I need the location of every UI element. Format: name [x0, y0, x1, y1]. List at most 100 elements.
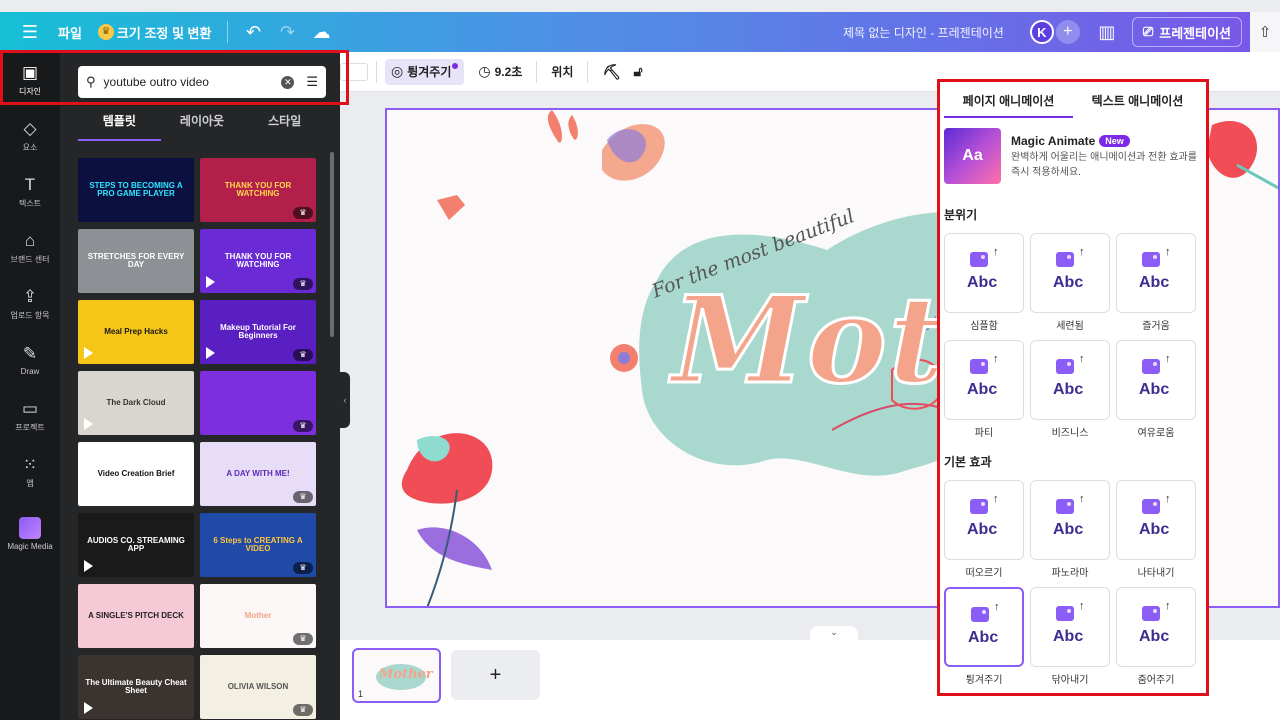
analytics-icon[interactable]: ▥: [1090, 16, 1124, 48]
animation-option[interactable]: ↑ Abc 파티: [944, 340, 1024, 439]
magic-animate-card[interactable]: Aa Magic Animate New 완벽하게 어울리는 애니메이션과 전환…: [944, 128, 1202, 202]
abc-preview-text: Abc: [1053, 521, 1084, 538]
duration-button[interactable]: ◷ 9.2초: [472, 59, 528, 85]
search-value[interactable]: youtube outro video: [104, 75, 282, 89]
add-collaborator-button[interactable]: +: [1055, 20, 1080, 44]
animation-preview[interactable]: ↑ Abc: [944, 233, 1024, 313]
resize-button[interactable]: ♛ 크기 조정 및 변환: [90, 16, 220, 48]
animation-option[interactable]: ↑ Abc 세련됨: [1030, 233, 1110, 332]
animation-option[interactable]: ↑ Abc 즐거움: [1116, 233, 1196, 332]
animation-preview[interactable]: ↑ Abc: [944, 587, 1024, 667]
animation-preview[interactable]: ↑ Abc: [944, 340, 1024, 420]
play-icon: [84, 418, 93, 430]
document-title[interactable]: 제목 없는 디자인 - 프레젠테이션: [835, 16, 1012, 48]
share-icon[interactable]: ⇧: [1250, 12, 1280, 52]
clear-icon[interactable]: ✕: [281, 75, 295, 89]
animation-preview[interactable]: ↑ Abc: [1116, 340, 1196, 420]
template-thumbnail[interactable]: The Dark Cloud: [78, 371, 194, 435]
animation-preview[interactable]: ↑ Abc: [1030, 233, 1110, 313]
animation-preview[interactable]: ↑ Abc: [1116, 587, 1196, 667]
template-thumbnail[interactable]: THANK YOU FOR WATCHING ♛: [200, 229, 316, 293]
animation-option[interactable]: ↑ Abc 떠오르기: [944, 480, 1024, 579]
tab-styles[interactable]: 스타일: [243, 108, 326, 141]
tab-layouts[interactable]: 레이아웃: [161, 108, 244, 141]
leaf: [547, 110, 562, 143]
template-thumbnail[interactable]: AUDIOS CO. STREAMING APP: [78, 513, 194, 577]
rail-item-label: 텍스트: [18, 199, 42, 208]
rail-item-draw[interactable]: ✎ Draw: [0, 332, 60, 388]
animate-button[interactable]: ◎ 튕겨주기: [385, 58, 465, 85]
redo-icon[interactable]: ↷: [270, 16, 304, 48]
tab-templates[interactable]: 템플릿: [78, 108, 161, 141]
template-thumbnail[interactable]: Mother ♛: [200, 584, 316, 648]
rail-item-projects[interactable]: ▭ 프로젝트: [0, 388, 60, 444]
image-icon: [1142, 252, 1160, 267]
rail-item-magic-media[interactable]: Magic Media: [0, 506, 60, 562]
template-thumbnail[interactable]: 6 Steps to CREATING A VIDEO ♛: [200, 513, 316, 577]
rail-item-uploads[interactable]: ⇪ 업로드 항목: [0, 276, 60, 332]
basic-grid: ↑ Abc 떠오르기 ↑ Abc 파노라마 ↑ Abc 나타내기 ↑ Abc 튕겨주기 ↑ Abc 닦아내기…: [944, 480, 1202, 686]
animation-preview[interactable]: ↑ Abc: [1030, 587, 1110, 667]
crown-icon: ♛: [293, 704, 313, 716]
animation-preview[interactable]: ↑ Abc: [944, 480, 1024, 560]
filter-icon[interactable]: ☰: [306, 74, 318, 90]
animation-option[interactable]: ↑ Abc 줌어주기: [1116, 587, 1196, 686]
animation-option[interactable]: ↑ Abc 비즈니스: [1030, 340, 1110, 439]
rail-item-text[interactable]: T 텍스트: [0, 164, 60, 220]
template-thumbnail[interactable]: Meal Prep Hacks: [78, 300, 194, 364]
rail-item-apps[interactable]: ⁙ 앱: [0, 444, 60, 500]
template-thumbnail[interactable]: Makeup Tutorial For Beginners ♛: [200, 300, 316, 364]
animation-option[interactable]: ↑ Abc 여유로움: [1116, 340, 1196, 439]
template-thumbnail[interactable]: THANK YOU FOR WATCHING ♛: [200, 158, 316, 222]
animation-option[interactable]: ↑ Abc 파노라마: [1030, 480, 1110, 579]
animation-option[interactable]: ↑ Abc 튕겨주기: [944, 587, 1024, 686]
rail-item-elements[interactable]: ◇ 요소: [0, 108, 60, 164]
template-thumbnail[interactable]: ♛: [200, 371, 316, 435]
rail-item-design[interactable]: ▣ 디자인: [0, 52, 60, 108]
template-thumbnail[interactable]: STEPS TO BECOMING A PRO GAME PLAYER: [78, 158, 194, 222]
animation-option[interactable]: ↑ Abc 닦아내기: [1030, 587, 1110, 686]
image-icon: [970, 359, 988, 374]
abc-preview-text: Abc: [1139, 381, 1170, 398]
template-thumbnail[interactable]: The Ultimate Beauty Cheat Sheet: [78, 655, 194, 719]
position-button[interactable]: 위치: [545, 59, 579, 85]
magic-animate-title: Magic Animate New: [1011, 134, 1130, 148]
animation-label: 즐거움: [1142, 321, 1170, 332]
template-thumbnail[interactable]: OLIVIA WILSON ♛: [200, 655, 316, 719]
animation-option[interactable]: ↑ Abc 나타내기: [1116, 480, 1196, 579]
animation-preview[interactable]: ↑ Abc: [1030, 340, 1110, 420]
template-title: AUDIOS CO. STREAMING APP: [87, 535, 185, 553]
color-swatch[interactable]: [340, 62, 368, 81]
cloud-save-icon[interactable]: ☁: [304, 16, 338, 48]
file-menu-button[interactable]: 파일: [50, 16, 90, 48]
template-title: STRETCHES FOR EVERY DAY: [87, 251, 185, 269]
avatar[interactable]: K: [1029, 20, 1054, 44]
collapse-panel-button[interactable]: ‹: [340, 372, 350, 428]
rail-item-brand[interactable]: ⌂ 브랜드 센터: [0, 220, 60, 276]
template-thumbnail[interactable]: A DAY WITH ME! ♛: [200, 442, 316, 506]
template-title: The Ultimate Beauty Cheat Sheet: [85, 677, 187, 695]
image-icon: [1056, 606, 1074, 621]
abc-preview-text: Abc: [1053, 274, 1084, 291]
scrollbar[interactable]: [330, 152, 334, 337]
paint-roller-icon[interactable]: ⛏: [596, 59, 627, 85]
animation-option[interactable]: ↑ Abc 심플함: [944, 233, 1024, 332]
animation-preview[interactable]: ↑ Abc: [1116, 480, 1196, 560]
page-thumbnail[interactable]: Mother 1: [352, 648, 441, 703]
add-page-button[interactable]: +: [451, 650, 540, 700]
template-title: STEPS TO BECOMING A PRO GAME PLAYER: [89, 180, 183, 198]
undo-icon[interactable]: ↶: [236, 16, 270, 48]
template-thumbnail[interactable]: A SINGLE'S PITCH DECK: [78, 584, 194, 648]
animation-preview[interactable]: ↑ Abc: [1116, 233, 1196, 313]
chevron-down-icon[interactable]: ⌄: [810, 626, 858, 640]
tab-page-animation[interactable]: 페이지 애니메이션: [944, 82, 1073, 118]
lock-icon[interactable]: 🔓︎: [627, 59, 648, 85]
template-title: Video Creation Brief: [97, 468, 175, 478]
template-thumbnail[interactable]: Video Creation Brief: [78, 442, 194, 506]
hamburger-icon[interactable]: ☰: [10, 16, 50, 48]
present-button[interactable]: ⎚ 프레젠테이션: [1131, 17, 1242, 47]
search-input[interactable]: ⚲ youtube outro video ✕ ☰: [78, 66, 326, 98]
tab-text-animation[interactable]: 텍스트 애니메이션: [1073, 82, 1202, 118]
template-thumbnail[interactable]: STRETCHES FOR EVERY DAY: [78, 229, 194, 293]
animation-preview[interactable]: ↑ Abc: [1030, 480, 1110, 560]
